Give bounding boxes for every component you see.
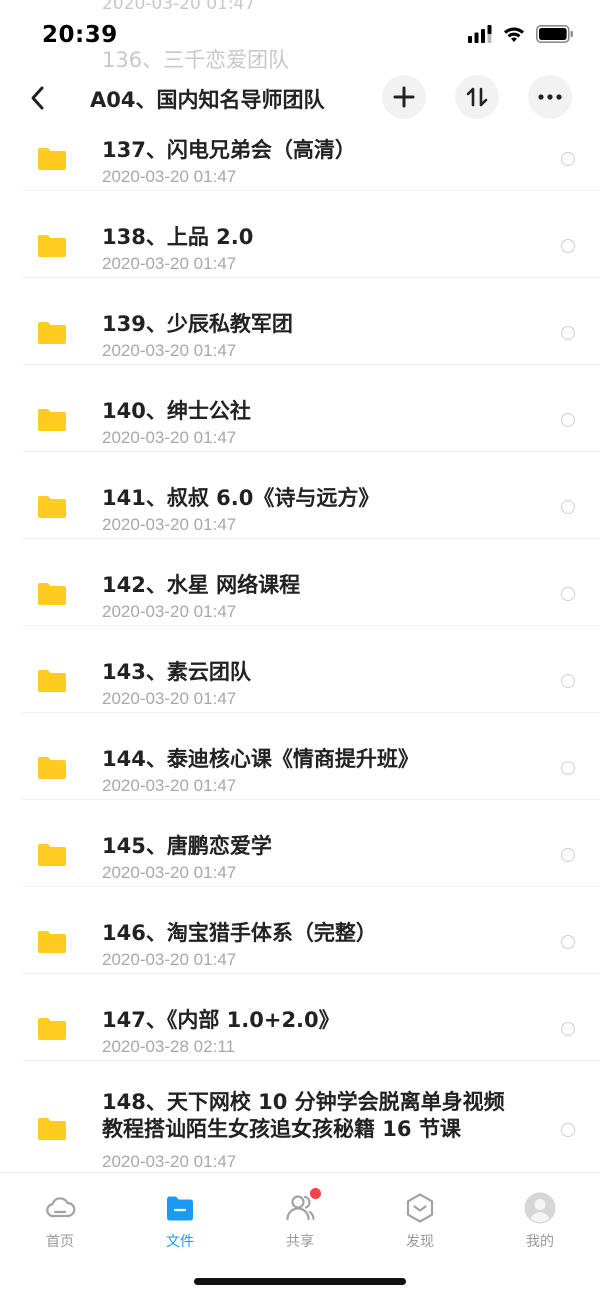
folder-icon (38, 844, 66, 866)
more-button[interactable] (528, 75, 572, 119)
select-radio[interactable] (561, 935, 575, 949)
folder-icon (38, 496, 66, 518)
wifi-icon (504, 27, 524, 42)
file-date: 2020-03-20 01:47 (102, 1152, 237, 1171)
select-radio[interactable] (561, 848, 575, 862)
file-date: 2020-03-20 01:47 (102, 341, 237, 360)
file-name: 143、素云团队 (102, 660, 251, 684)
file-name: 146、淘宝猎手体系（完整） (102, 921, 377, 945)
file-date: 2020-03-20 01:47 (102, 602, 237, 621)
compass-icon (403, 1191, 437, 1225)
folder-icon (38, 757, 66, 779)
battery-icon (536, 25, 573, 43)
people-icon (283, 1188, 321, 1225)
file-row[interactable]: 138、上品 2.0 2020-03-20 01:47 (22, 191, 600, 278)
folder-icon (163, 1191, 197, 1225)
back-button[interactable] (22, 78, 52, 118)
status-bar: 20:39 (0, 0, 600, 70)
folder-icon (38, 148, 66, 170)
select-radio[interactable] (561, 413, 575, 427)
avatar-icon (523, 1191, 557, 1225)
cloud-icon (43, 1191, 77, 1225)
screen: 2020-03-20 01:47 136、三千恋爱团队 20:39 A04、国内… (0, 0, 600, 1299)
file-date: 2020-03-28 02:11 (102, 1037, 235, 1056)
file-row[interactable]: 141、叔叔 6.0《诗与远方》 2020-03-20 01:47 (22, 452, 600, 539)
file-date: 2020-03-20 01:47 (102, 689, 237, 708)
sort-arrows-icon (466, 87, 488, 107)
file-date: 2020-03-20 01:47 (102, 428, 237, 447)
file-name: 147、《内部 1.0+2.0》 (102, 1008, 340, 1032)
file-row[interactable]: 139、少辰私教军团 2020-03-20 01:47 (22, 278, 600, 365)
notification-badge (310, 1188, 321, 1199)
file-date: 2020-03-20 01:47 (102, 167, 237, 186)
folder-icon (38, 670, 66, 692)
plus-icon (393, 86, 415, 108)
file-date: 2020-03-20 01:47 (102, 776, 237, 795)
file-date: 2020-03-20 01:47 (102, 950, 237, 969)
folder-icon (38, 1118, 66, 1140)
sort-button[interactable] (455, 75, 499, 119)
tab-files-label: 文件 (166, 1234, 194, 1250)
tab-discover[interactable]: 发现 (360, 1173, 480, 1263)
chevron-left-icon (31, 86, 44, 110)
signal-icon (468, 25, 492, 43)
select-radio[interactable] (561, 1022, 575, 1036)
tab-files[interactable]: 文件 (120, 1173, 240, 1263)
folder-icon (38, 322, 66, 344)
page-title: A04、国内知名导师团队 (90, 88, 325, 112)
folder-icon (38, 583, 66, 605)
add-button[interactable] (382, 75, 426, 119)
select-radio[interactable] (561, 761, 575, 775)
file-row[interactable]: 148、天下网校 10 分钟学会脱离单身视频教程搭讪陌生女孩追女孩秘籍 16 节… (22, 1061, 600, 1181)
select-radio[interactable] (561, 239, 575, 253)
folder-icon (38, 235, 66, 257)
folder-icon (38, 931, 66, 953)
file-name: 144、泰迪核心课《情商提升班》 (102, 747, 419, 771)
tab-profile-label: 我的 (526, 1234, 554, 1250)
file-name: 141、叔叔 6.0《诗与远方》 (102, 486, 380, 510)
select-radio[interactable] (561, 326, 575, 340)
file-row[interactable]: 143、素云团队 2020-03-20 01:47 (22, 626, 600, 713)
file-name: 137、闪电兄弟会（高清） (102, 138, 356, 162)
select-radio[interactable] (561, 674, 575, 688)
file-date: 2020-03-20 01:47 (102, 254, 237, 273)
tab-share-label: 共享 (286, 1234, 314, 1250)
file-row[interactable]: 140、绅士公社 2020-03-20 01:47 (22, 365, 600, 452)
select-radio[interactable] (561, 1123, 575, 1137)
home-indicator[interactable] (194, 1278, 406, 1285)
select-radio[interactable] (561, 152, 575, 166)
file-name: 142、水星 网络课程 (102, 573, 301, 597)
tab-discover-label: 发现 (406, 1234, 434, 1250)
file-row[interactable]: 147、《内部 1.0+2.0》 2020-03-28 02:11 (22, 974, 600, 1061)
status-icons (468, 25, 574, 43)
file-name: 140、绅士公社 (102, 399, 251, 423)
file-name: 138、上品 2.0 (102, 225, 254, 249)
tab-profile[interactable]: 我的 (480, 1173, 600, 1263)
file-name: 139、少辰私教军团 (102, 312, 293, 336)
file-date: 2020-03-20 01:47 (102, 515, 237, 534)
navigation-header: A04、国内知名导师团队 (0, 70, 600, 128)
status-time: 20:39 (42, 22, 118, 48)
tab-home[interactable]: 首页 (0, 1173, 120, 1263)
file-name: 145、唐鹏恋爱学 (102, 834, 272, 858)
file-date: 2020-03-20 01:47 (102, 863, 237, 882)
select-radio[interactable] (561, 587, 575, 601)
file-row[interactable]: 144、泰迪核心课《情商提升班》 2020-03-20 01:47 (22, 713, 600, 800)
file-row[interactable]: 145、唐鹏恋爱学 2020-03-20 01:47 (22, 800, 600, 887)
more-dots-icon (538, 94, 562, 100)
tab-share[interactable]: 共享 (240, 1173, 360, 1263)
tab-home-label: 首页 (46, 1234, 74, 1250)
folder-icon (38, 409, 66, 431)
file-row[interactable]: 146、淘宝猎手体系（完整） 2020-03-20 01:47 (22, 887, 600, 974)
file-row[interactable]: 142、水星 网络课程 2020-03-20 01:47 (22, 539, 600, 626)
folder-icon (38, 1018, 66, 1040)
file-name: 148、天下网校 10 分钟学会脱离单身视频教程搭讪陌生女孩追女孩秘籍 16 节… (102, 1090, 505, 1141)
select-radio[interactable] (561, 500, 575, 514)
